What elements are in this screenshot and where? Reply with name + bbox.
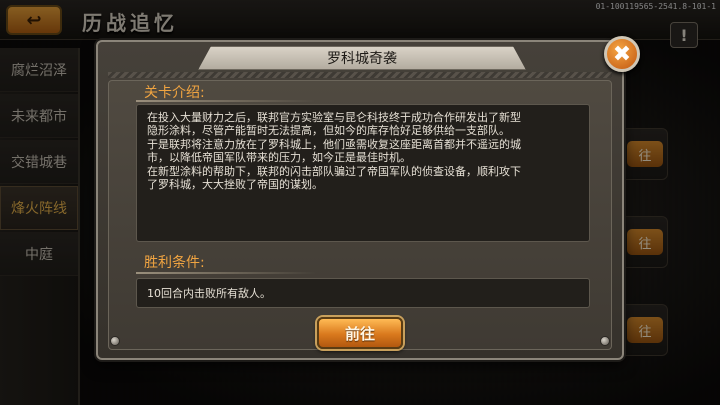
intro-heading: 关卡介绍:	[144, 85, 205, 101]
go-button[interactable]: 前往	[317, 317, 403, 349]
close-button[interactable]: ✖	[604, 36, 640, 72]
intro-line: 在投入大量财力之后，联邦官方实验室与昆仑科技终于成功合作研发出了新型	[147, 111, 521, 124]
intro-line: 隐形涂料，尽管产能暂时无法提高，但如今的库存恰好足够供给一支部队。	[147, 124, 510, 138]
bolt-decoration	[600, 336, 610, 346]
intro-line: 于是联邦将注意力放在了罗科城上，他们亟需收复这座距离首都并不遥远的城	[147, 137, 521, 151]
victory-divider	[136, 272, 316, 274]
stage-dialog: 罗科城奇袭 关卡介绍: 在投入大量财力之后，联邦官方实验室与昆仑科技终于成功合作…	[96, 36, 640, 360]
victory-heading: 胜利条件:	[144, 255, 205, 271]
intro-line: 了罗科城，大大挫败了帝国的谋划。	[147, 178, 323, 192]
intro-divider	[136, 100, 316, 102]
close-icon: ✖	[612, 41, 632, 67]
bolt-decoration	[110, 336, 120, 346]
dialog-header: 罗科城奇袭	[198, 46, 526, 70]
header-stripe	[108, 72, 612, 78]
intro-line: 在新型涂料的帮助下，联邦的闪击部队骗过了帝国军队的侦查设备，顺利攻下	[147, 164, 521, 178]
dialog-title: 罗科城奇袭	[327, 51, 397, 67]
victory-condition-box: 10回合内击败所有敌人。	[136, 278, 590, 308]
victory-condition-text: 10回合内击败所有敌人。	[147, 287, 271, 300]
intro-line: 市，以降低帝国军队带来的压力，如今正是最佳时机。	[147, 151, 411, 165]
intro-text-box: 在投入大量财力之后，联邦官方实验室与昆仑科技终于成功合作研发出了新型 隐形涂料，…	[136, 104, 590, 242]
